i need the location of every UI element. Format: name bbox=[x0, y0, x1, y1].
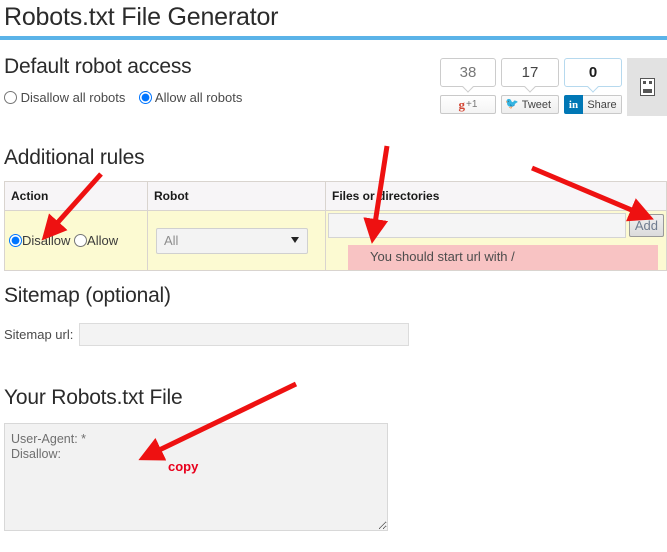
default-access-radio-group: Disallow all robots Allow all robots bbox=[4, 90, 252, 105]
radio-disallow[interactable]: Disallow bbox=[9, 233, 70, 248]
copy-annotation-label: copy bbox=[168, 459, 199, 474]
cell-robot: All bbox=[147, 210, 326, 271]
twitter-bird-icon: 🐦 bbox=[505, 98, 519, 110]
default-robot-access-section: Default robot access Disallow all robots… bbox=[4, 54, 252, 105]
linkedin-share-button[interactable]: in Share bbox=[564, 95, 622, 114]
table-row: Disallow Allow All Add You should start … bbox=[4, 210, 667, 271]
radio-allow-all-robots-input[interactable] bbox=[139, 91, 153, 104]
twitter-button-label: Tweet bbox=[521, 98, 552, 111]
files-error-message: You should start url with / bbox=[348, 245, 658, 270]
twitter-count-bubble: 17 bbox=[501, 58, 559, 87]
robot-select-container[interactable]: All bbox=[156, 227, 308, 254]
accent-divider bbox=[0, 36, 667, 40]
output-heading: Your Robots.txt File bbox=[4, 386, 183, 409]
radio-disallow-all-robots-input[interactable] bbox=[4, 91, 17, 104]
radio-disallow-all-robots-label: Disallow all robots bbox=[20, 90, 126, 105]
column-header-files: Files or directories bbox=[325, 181, 667, 211]
files-or-directories-input[interactable] bbox=[328, 213, 626, 238]
action-radio-group: Disallow Allow bbox=[5, 233, 147, 248]
robot-select[interactable]: All bbox=[156, 227, 308, 254]
cell-files: Add You should start url with / bbox=[325, 210, 667, 271]
additional-rules-section: Additional rules Action Robot Files or d… bbox=[4, 145, 667, 271]
sitemap-heading: Sitemap (optional) bbox=[4, 284, 171, 307]
social-buttons-cluster: 38 17 0 g +1 🐦 Tweet in Share bbox=[440, 58, 622, 114]
social-share-widget: 38 17 0 g +1 🐦 Tweet in Share bbox=[440, 58, 667, 116]
column-header-robot: Robot bbox=[147, 181, 326, 211]
gplus-count-bubble: 38 bbox=[440, 58, 496, 87]
robots-txt-output-textarea[interactable]: User-Agent: * Disallow: bbox=[4, 423, 388, 531]
default-access-heading: Default robot access bbox=[4, 55, 192, 78]
cell-action: Disallow Allow bbox=[4, 210, 148, 271]
gplus-icon: g bbox=[458, 96, 466, 112]
column-header-action: Action bbox=[4, 181, 148, 211]
radio-allow-input[interactable] bbox=[74, 234, 88, 247]
linkedin-icon: in bbox=[564, 95, 583, 114]
linkedin-button-label: Share bbox=[583, 95, 622, 114]
broken-image-placeholder bbox=[627, 58, 667, 116]
twitter-tweet-button[interactable]: 🐦 Tweet bbox=[501, 95, 559, 114]
sitemap-url-input[interactable] bbox=[79, 323, 410, 346]
additional-rules-table: Action Robot Files or directories Disall… bbox=[4, 181, 667, 271]
radio-allow-all-robots-label: Allow all robots bbox=[154, 90, 243, 105]
add-button[interactable]: Add bbox=[628, 214, 664, 237]
page-title: Robots.txt File Generator bbox=[4, 3, 279, 31]
linkedin-count-bubble: 0 bbox=[564, 58, 622, 87]
gplus-button[interactable]: g +1 bbox=[440, 95, 496, 114]
robot-select-wrap: All bbox=[148, 227, 325, 254]
radio-allow-all-robots[interactable]: Allow all robots bbox=[139, 90, 242, 105]
social-counts-row: 38 17 0 bbox=[440, 58, 622, 87]
radio-disallow-input[interactable] bbox=[9, 234, 22, 247]
social-buttons-row: g +1 🐦 Tweet in Share bbox=[440, 95, 622, 114]
sitemap-input-row: Sitemap url: bbox=[4, 323, 410, 346]
table-header-row: Action Robot Files or directories bbox=[4, 181, 667, 211]
radio-allow[interactable]: Allow bbox=[74, 233, 118, 248]
files-input-row: Add bbox=[326, 211, 666, 238]
gplus-button-label: +1 bbox=[466, 99, 478, 110]
broken-image-icon bbox=[639, 78, 655, 96]
sitemap-url-label: Sitemap url: bbox=[4, 327, 74, 342]
radio-allow-label: Allow bbox=[87, 233, 119, 248]
additional-rules-heading: Additional rules bbox=[4, 146, 145, 169]
sitemap-section: Sitemap (optional) Sitemap url: bbox=[4, 283, 410, 346]
radio-disallow-label: Disallow bbox=[22, 233, 71, 248]
radio-disallow-all-robots[interactable]: Disallow all robots bbox=[4, 90, 129, 105]
